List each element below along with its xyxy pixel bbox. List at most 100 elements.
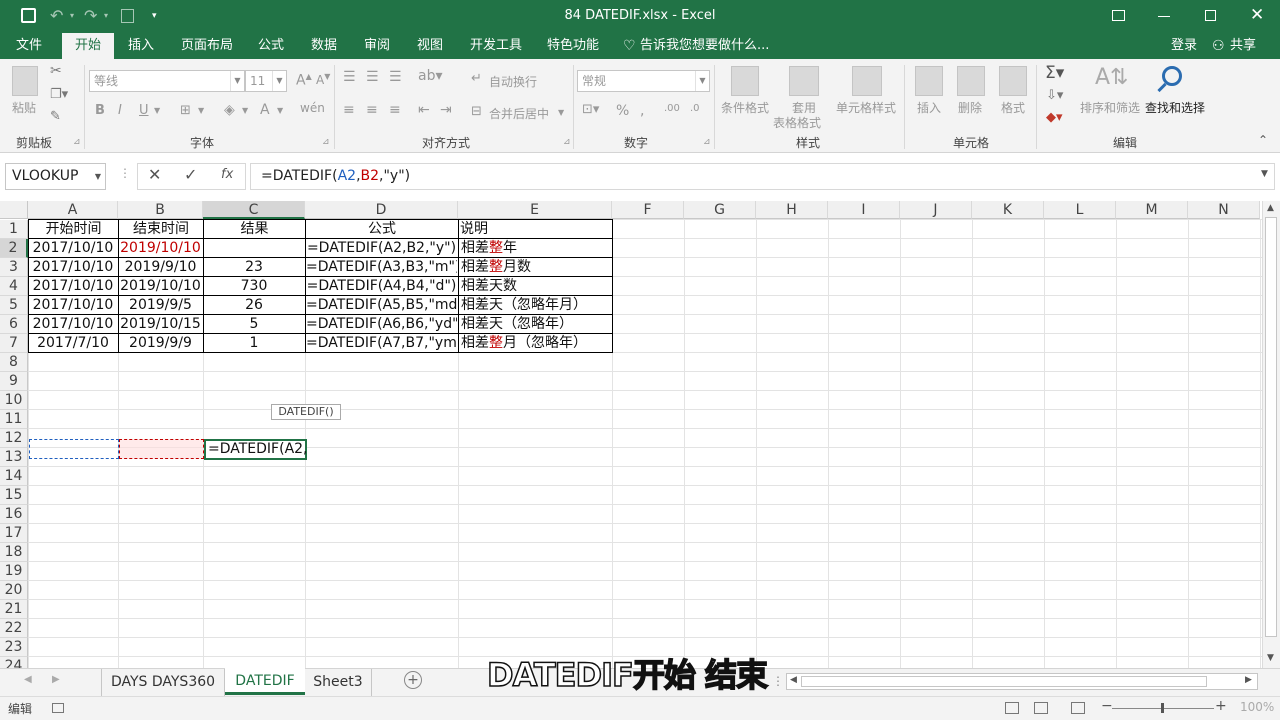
align-center-icon[interactable]: ≡ xyxy=(366,102,378,118)
cell-style-icon[interactable] xyxy=(852,66,882,96)
add-sheet-icon[interactable]: + xyxy=(404,671,422,689)
cell-e3[interactable]: 相差整月数 xyxy=(461,258,611,276)
cell-a6[interactable]: 2017/10/10 xyxy=(29,315,117,333)
tab-review[interactable]: 审阅 xyxy=(364,33,390,59)
scroll-up-icon[interactable]: ▲ xyxy=(1267,203,1274,213)
cell-a2[interactable]: 2017/10/10 xyxy=(29,239,117,257)
row-header-9[interactable]: 9 xyxy=(0,372,28,391)
scroll-right-icon[interactable]: ▶ xyxy=(1245,675,1252,685)
ribbon-display-icon[interactable] xyxy=(1112,10,1125,21)
align-left-icon[interactable]: ≡ xyxy=(343,102,355,118)
row-header-2[interactable]: 2 xyxy=(0,239,28,258)
cell-b6[interactable]: 2019/10/15 xyxy=(119,315,202,333)
column-header-c[interactable]: C xyxy=(203,201,305,219)
merge-center-icon[interactable]: ⊟ xyxy=(471,104,482,119)
header-cell-a[interactable]: 开始时间 xyxy=(30,220,117,238)
prev-sheet-icon[interactable]: ◀ xyxy=(24,674,32,685)
row-header-24[interactable]: 24 xyxy=(0,657,28,668)
column-header-h[interactable]: H xyxy=(756,201,828,219)
row-header-23[interactable]: 23 xyxy=(0,638,28,657)
decrease-indent-icon[interactable]: ⇤ xyxy=(418,102,430,118)
percent-icon[interactable]: % xyxy=(616,103,629,119)
vertical-scrollbar[interactable]: ▲ ▼ xyxy=(1262,201,1280,668)
scroll-thumb[interactable] xyxy=(1265,217,1277,637)
conditional-format-button[interactable]: 条件格式 xyxy=(721,99,769,116)
align-top-icon[interactable]: ☰ xyxy=(343,69,356,85)
clipboard-launcher-icon[interactable]: ⊿ xyxy=(73,137,81,147)
row-header-4[interactable]: 4 xyxy=(0,277,28,296)
column-header-d[interactable]: D xyxy=(305,201,458,219)
row-header-19[interactable]: 19 xyxy=(0,562,28,581)
alignment-launcher-icon[interactable]: ⊿ xyxy=(563,137,571,147)
table-format-button-line2[interactable]: 表格格式 xyxy=(773,114,821,131)
decrease-decimal-icon[interactable]: .0 xyxy=(690,103,700,114)
shrink-font-icon[interactable]: A▼ xyxy=(316,72,330,87)
zoom-out-icon[interactable]: − xyxy=(1101,698,1113,714)
row-header-6[interactable]: 6 xyxy=(0,315,28,334)
column-header-f[interactable]: F xyxy=(612,201,684,219)
cell-d7[interactable]: =DATEDIF(A7,B7,"ym") xyxy=(306,334,457,352)
page-break-view-icon[interactable] xyxy=(1071,702,1085,714)
row-header-11[interactable]: 11 xyxy=(0,410,28,429)
cell-e6[interactable]: 相差天（忽略年） xyxy=(461,315,611,333)
redo-dropdown-icon[interactable]: ▾ xyxy=(104,3,108,29)
formula-bar-splitter[interactable]: ⋮ xyxy=(119,166,131,180)
find-select-button[interactable]: 查找和选择 xyxy=(1145,99,1205,116)
cell-d4[interactable]: =DATEDIF(A4,B4,"d") xyxy=(306,277,457,295)
tab-insert[interactable]: 插入 xyxy=(128,33,154,59)
cell-e5[interactable]: 相差天（忽略年月） xyxy=(461,296,611,314)
format-painter-icon[interactable]: ✎ xyxy=(50,109,61,124)
tab-split-icon[interactable]: ⋮ xyxy=(772,674,784,688)
cell-c3[interactable]: 23 xyxy=(204,258,304,276)
number-format-combo[interactable]: 常规 ▼ xyxy=(577,70,710,92)
border-dropdown-icon[interactable]: ▼ xyxy=(198,106,204,115)
cell-d2[interactable]: =DATEDIF(A2,B2,"y") xyxy=(306,239,457,257)
insert-function-icon[interactable]: fx xyxy=(221,167,233,182)
fill-icon[interactable]: ⇩▾ xyxy=(1046,88,1063,103)
accounting-format-icon[interactable]: ⊡▾ xyxy=(582,102,599,117)
font-size-combo[interactable]: 11 ▼ xyxy=(245,70,287,92)
wrap-text-icon[interactable]: ↵ xyxy=(471,71,482,86)
collapse-ribbon-icon[interactable]: ⌃ xyxy=(1258,133,1268,147)
chevron-down-icon[interactable]: ▼ xyxy=(95,164,101,189)
column-header-a[interactable]: A xyxy=(28,201,118,219)
grow-font-icon[interactable]: A▲ xyxy=(296,72,312,89)
row-header-18[interactable]: 18 xyxy=(0,543,28,562)
font-color-dropdown-icon[interactable]: ▼ xyxy=(277,106,283,115)
cell-c6[interactable]: 5 xyxy=(204,315,304,333)
header-cell-d[interactable]: 公式 xyxy=(307,220,457,238)
zoom-slider-thumb[interactable] xyxy=(1161,703,1164,713)
phonetic-icon[interactable]: wén xyxy=(300,101,325,115)
autosum-icon[interactable]: Σ▾ xyxy=(1045,63,1064,83)
tell-me-box[interactable]: 告诉我您想要做什么... xyxy=(640,33,769,59)
align-bottom-icon[interactable]: ☰ xyxy=(389,69,402,85)
tab-view[interactable]: 视图 xyxy=(417,33,443,59)
comma-style-icon[interactable]: , xyxy=(640,103,644,119)
italic-icon[interactable]: I xyxy=(118,103,122,118)
header-cell-c[interactable]: 结果 xyxy=(205,220,304,238)
zoom-level[interactable]: 100% xyxy=(1240,700,1274,714)
delete-cells-icon[interactable] xyxy=(957,66,985,96)
minimize-icon[interactable] xyxy=(1158,16,1170,17)
cell-style-button[interactable]: 单元格样式 xyxy=(836,99,896,116)
chevron-down-icon[interactable]: ▼ xyxy=(230,71,244,91)
conditional-format-icon[interactable] xyxy=(731,66,759,96)
cell-a4[interactable]: 2017/10/10 xyxy=(29,277,117,295)
insert-cells-button[interactable]: 插入 xyxy=(917,99,941,116)
row-header-13[interactable]: 13 xyxy=(0,448,28,467)
formula-input[interactable]: =DATEDIF(A2,B2,"y") xyxy=(250,163,1275,190)
delete-cells-button[interactable]: 删除 xyxy=(958,99,982,116)
column-header-m[interactable]: M xyxy=(1116,201,1188,219)
header-cell-b[interactable]: 结束时间 xyxy=(120,220,202,238)
paste-icon[interactable] xyxy=(12,66,38,96)
print-preview-icon[interactable] xyxy=(121,9,134,23)
number-launcher-icon[interactable]: ⊿ xyxy=(703,137,711,147)
row-header-20[interactable]: 20 xyxy=(0,581,28,600)
page-layout-view-icon[interactable] xyxy=(1034,702,1048,714)
zoom-in-icon[interactable]: + xyxy=(1215,698,1227,714)
login-link[interactable]: 登录 xyxy=(1171,33,1197,59)
tab-formulas[interactable]: 公式 xyxy=(258,33,284,59)
enter-icon[interactable]: ✓ xyxy=(184,165,197,184)
column-header-j[interactable]: J xyxy=(900,201,972,219)
orientation-icon[interactable]: ab▾ xyxy=(418,68,443,84)
